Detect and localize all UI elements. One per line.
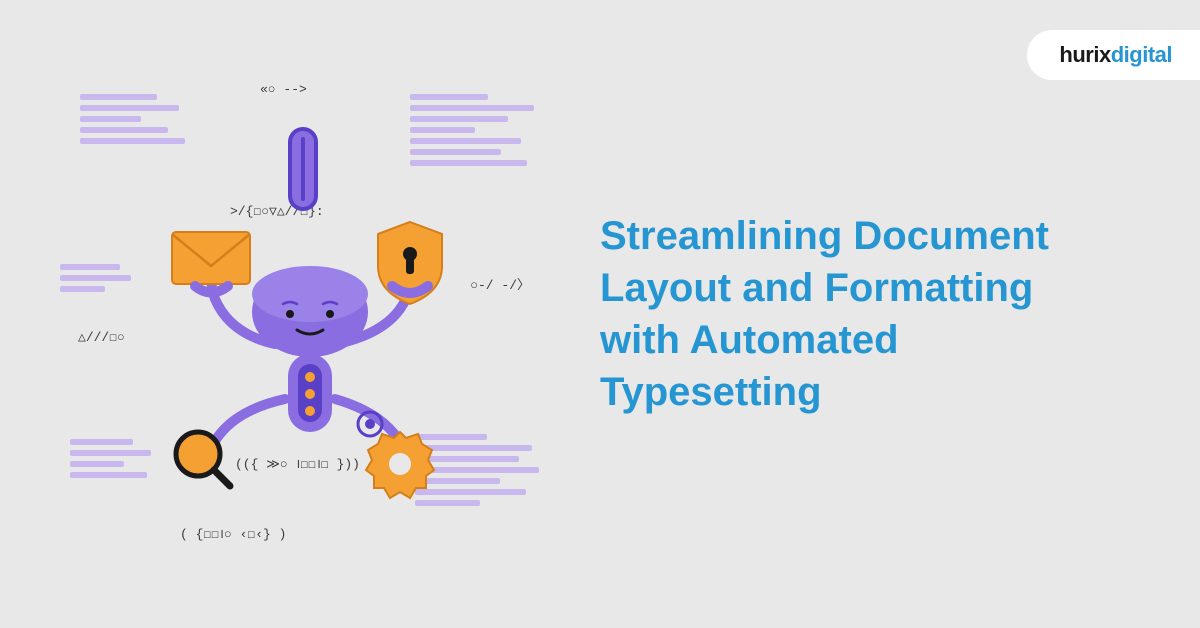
- page-title: Streamlining Document Layout and Formatt…: [600, 210, 1100, 418]
- brand-logo-badge: hurixdigital: [1027, 30, 1200, 80]
- headline-block: Streamlining Document Layout and Formatt…: [560, 210, 1140, 418]
- logo-part-1: hurix: [1059, 42, 1110, 67]
- crescent-icon: [147, 304, 165, 340]
- robot-svg: [100, 94, 520, 534]
- brand-logo: hurixdigital: [1059, 42, 1172, 68]
- magnifier-icon: [176, 432, 230, 486]
- robot-illustration: «○ --> >/{☐○▽△//☐}: ○-/ -/〉 △///☐○ (({ ≫…: [60, 54, 560, 574]
- main-content: «○ --> >/{☐○▽△//☐}: ○-/ -/〉 △///☐○ (({ ≫…: [0, 0, 1200, 628]
- logo-part-2: digital: [1111, 42, 1172, 67]
- envelope-icon: [172, 232, 250, 284]
- gear-icon: [366, 432, 434, 498]
